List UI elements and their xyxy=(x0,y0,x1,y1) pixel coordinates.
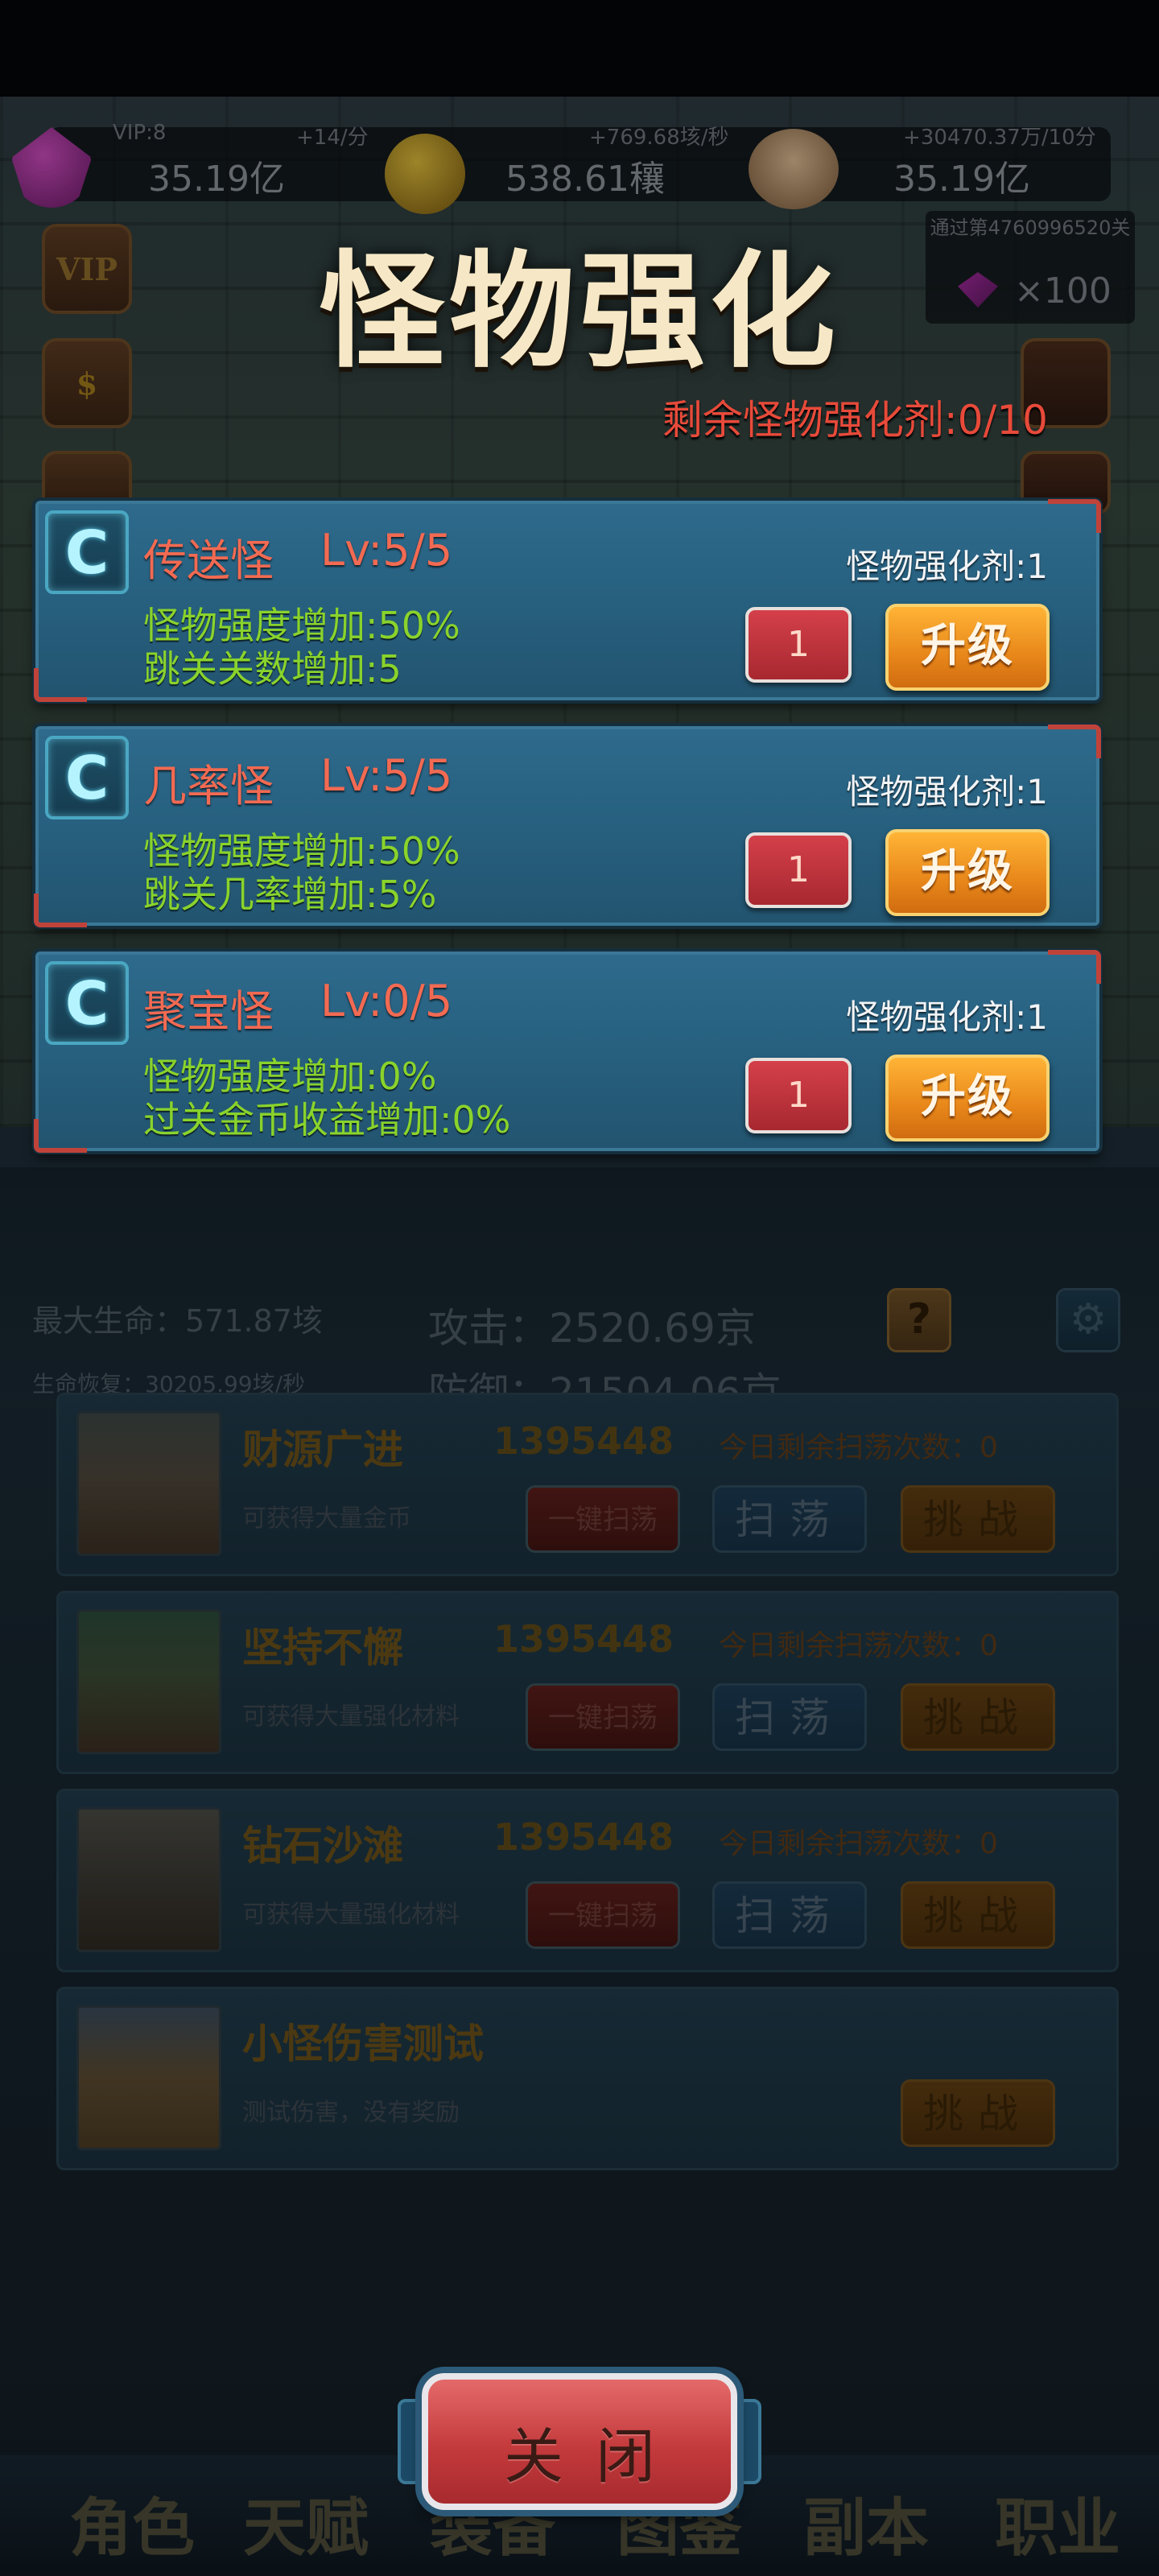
monster-card-treasure: C 聚宝怪 Lv:0/5 怪物强化剂:1 怪物强度增加:0% 过关金币收益增加:… xyxy=(34,950,1101,1153)
refresh-icon: C xyxy=(45,510,129,594)
quantity-input[interactable]: 1 xyxy=(745,832,852,908)
monster-level: Lv:5/5 xyxy=(320,525,453,576)
monster-name: 几率怪 xyxy=(143,761,274,811)
monster-name: 聚宝怪 xyxy=(143,986,274,1037)
refresh-icon: C xyxy=(45,961,129,1045)
monster-name: 传送怪 xyxy=(143,535,274,586)
refresh-icon: C xyxy=(45,736,129,819)
monster-effect-strength: 怪物强度增加:50% xyxy=(143,829,460,873)
monster-effect-bonus: 跳关关数增加:5 xyxy=(143,647,402,691)
monster-card-teleport: C 传送怪 Lv:5/5 怪物强化剂:1 怪物强度增加:50% 跳关关数增加:5… xyxy=(34,499,1101,702)
monster-level: Lv:5/5 xyxy=(320,750,453,801)
close-button-label: 关闭 xyxy=(504,2422,687,2491)
monster-effect-strength: 怪物强度增加:0% xyxy=(143,1055,437,1098)
quantity-input[interactable]: 1 xyxy=(745,607,852,683)
monster-effect-bonus: 跳关几率增加:5% xyxy=(143,873,437,916)
upgrade-button[interactable]: 升级 xyxy=(885,604,1050,691)
upgrade-button[interactable]: 升级 xyxy=(885,1055,1050,1141)
upgrade-button[interactable]: 升级 xyxy=(885,829,1050,916)
popup-title: 怪物强化 xyxy=(319,237,840,385)
monster-effect-strength: 怪物强度增加:50% xyxy=(143,604,460,647)
enhancer-cost: 怪物强化剂:1 xyxy=(846,772,1048,811)
close-button[interactable]: 关闭 xyxy=(422,2373,737,2510)
monster-card-chance: C 几率怪 Lv:5/5 怪物强化剂:1 怪物强度增加:50% 跳关几率增加:5… xyxy=(34,724,1101,927)
quantity-input[interactable]: 1 xyxy=(745,1058,852,1133)
enhancer-cost: 怪物强化剂:1 xyxy=(846,997,1048,1037)
enhancer-cost: 怪物强化剂:1 xyxy=(846,547,1048,586)
monster-effect-bonus: 过关金币收益增加:0% xyxy=(143,1098,511,1141)
remaining-enhancer: 剩余怪物强化剂:0/10 xyxy=(662,397,1048,444)
monster-level: Lv:0/5 xyxy=(320,976,453,1026)
